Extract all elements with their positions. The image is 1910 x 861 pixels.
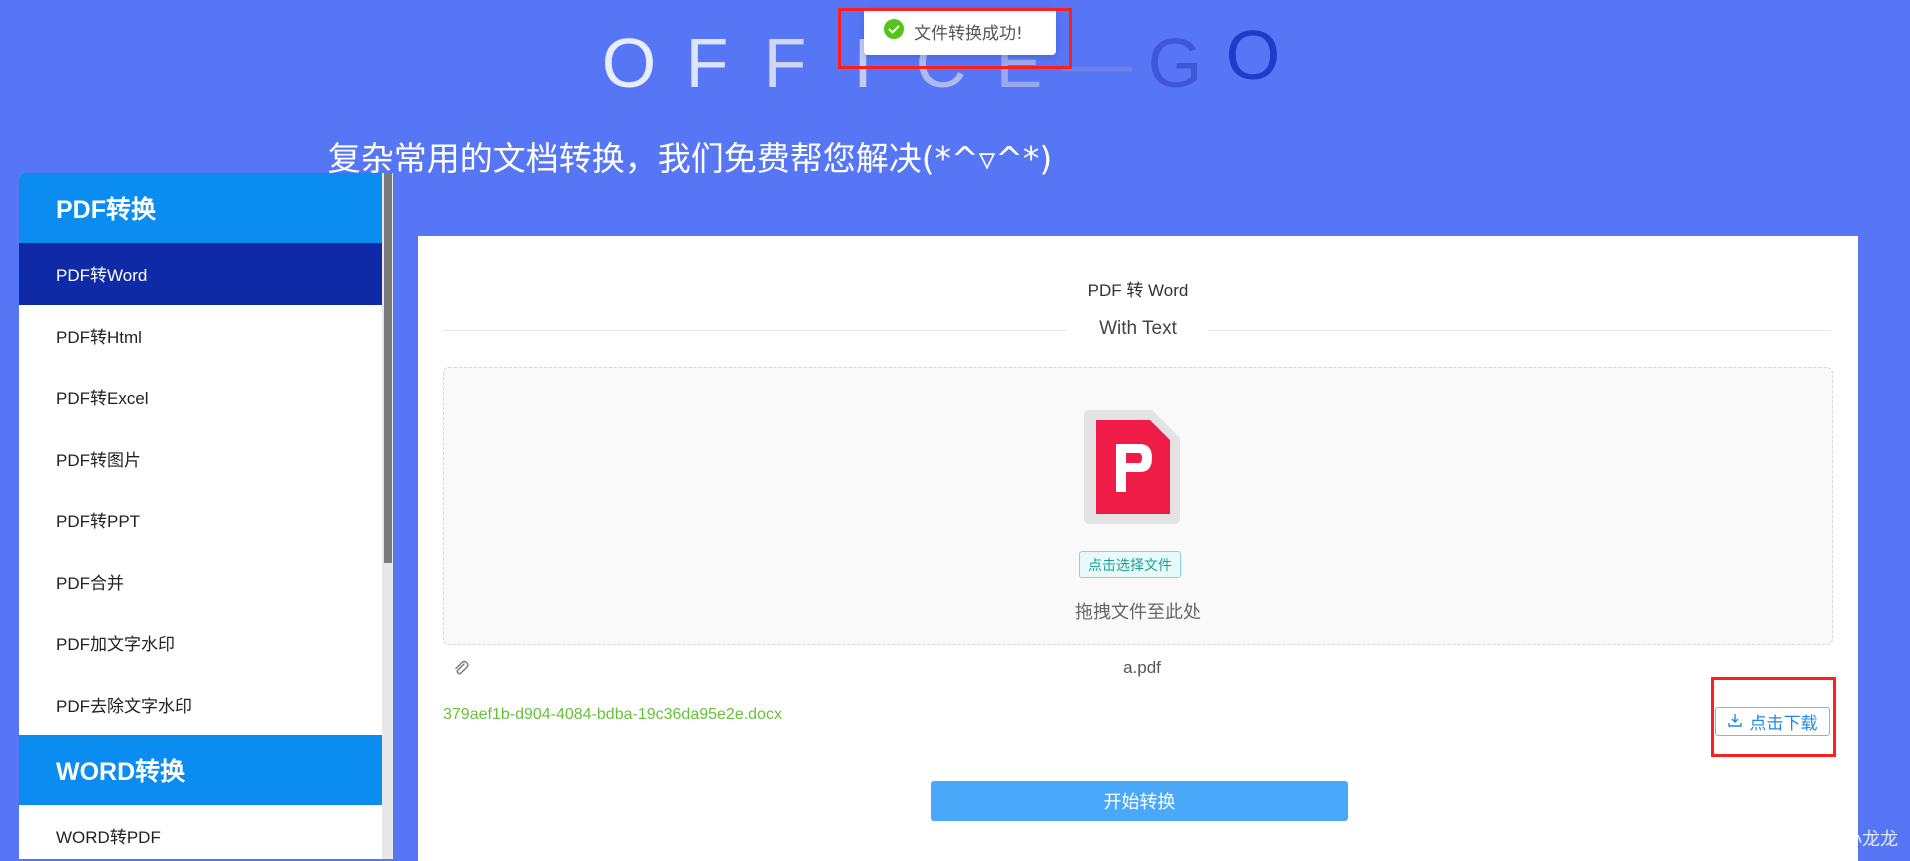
sidebar-item-pdf-to-image[interactable]: PDF转图片 — [19, 428, 382, 490]
sidebar-item-pdf-to-excel[interactable]: PDF转Excel — [19, 366, 382, 428]
upload-dropzone[interactable]: 点击选择文件 拖拽文件至此处 — [443, 367, 1833, 645]
sidebar-item-pdf-to-word[interactable]: PDF转Word — [19, 243, 382, 305]
sidebar-group-word[interactable]: WORD转换 — [19, 735, 382, 805]
logo-letter: O — [601, 24, 657, 102]
sidebar-item-pdf-remove-watermark[interactable]: PDF去除文字水印 — [19, 674, 382, 736]
conversion-panel: PDF 转 Word With Text 点击选择文件 拖拽文件至此处 a.pd… — [418, 236, 1858, 861]
drag-hint: 拖拽文件至此处 — [1075, 602, 1201, 623]
selected-file-name[interactable]: a.pdf — [453, 658, 1831, 678]
csdn-watermark: CSDN @盖世英雄~小龙龙 — [1681, 829, 1898, 850]
logo-letter: F — [685, 24, 729, 102]
highlight-box-download — [1711, 677, 1836, 757]
logo-letter: G — [1147, 24, 1203, 102]
sidebar-item-pdf-to-html[interactable]: PDF转Html — [19, 305, 382, 367]
sidebar-item-pdf-merge[interactable]: PDF合并 — [19, 551, 382, 613]
divider-text: With Text — [1099, 318, 1177, 339]
sidebar-item-word-to-pdf[interactable]: WORD转PDF — [19, 805, 382, 859]
sidebar-group-pdf[interactable]: PDF转换 — [19, 173, 382, 243]
panel-title: PDF 转 Word — [1087, 281, 1189, 300]
pdf-file-icon — [1084, 410, 1180, 529]
sidebar-item-pdf-add-watermark[interactable]: PDF加文字水印 — [19, 612, 382, 674]
logo-letter: F — [763, 24, 807, 102]
start-conversion-button[interactable]: 开始转换 — [931, 781, 1348, 821]
sidebar-item-pdf-to-ppt[interactable]: PDF转PPT — [19, 489, 382, 551]
choose-file-button[interactable]: 点击选择文件 — [1079, 551, 1181, 578]
logo-letter: O — [1225, 16, 1281, 94]
selected-file-row: a.pdf — [453, 658, 1831, 682]
sidebar-menu: PDF转换 PDF转Word PDF转Html PDF转Excel PDF转图片… — [19, 173, 382, 859]
sidebar-scrollbar[interactable] — [382, 173, 393, 859]
highlight-box-toast — [838, 8, 1072, 69]
sidebar-scrollbar-thumb[interactable] — [384, 173, 392, 563]
result-file-link[interactable]: 379aef1b-d904-4084-bdba-19c36da95e2e.doc… — [443, 706, 782, 724]
